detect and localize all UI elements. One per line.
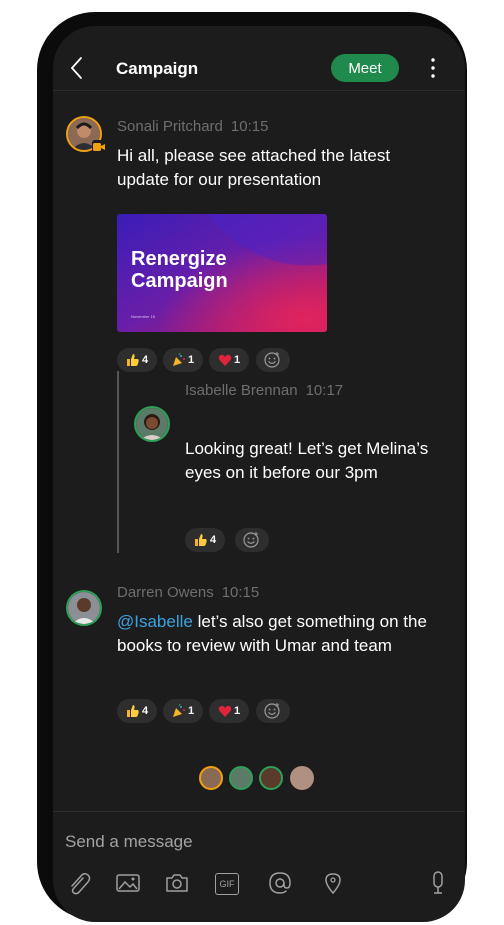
message-meta: Isabelle Brennan 10:17 bbox=[185, 382, 351, 399]
thumbs-up-icon bbox=[126, 705, 139, 717]
reaction-count: 1 bbox=[233, 354, 241, 366]
chat-screen: Campaign Meet Sonali Pritchard 10:15 Hi a… bbox=[53, 26, 465, 922]
location-icon[interactable] bbox=[320, 870, 346, 896]
message-time: 10:15 bbox=[221, 584, 260, 601]
reaction-heart[interactable]: 1 bbox=[209, 699, 249, 723]
reaction-count: 4 bbox=[209, 534, 217, 546]
reaction-count: 1 bbox=[233, 705, 241, 717]
party-popper-icon bbox=[172, 353, 185, 366]
message-time: 10:17 bbox=[305, 382, 344, 399]
reaction-count: 1 bbox=[187, 354, 195, 366]
heart-icon bbox=[218, 705, 232, 717]
slide-title: Renergize Campaign bbox=[131, 248, 228, 292]
message-meta: Darren Owens 10:15 bbox=[117, 584, 267, 601]
read-receipt-avatar bbox=[229, 766, 253, 790]
reaction-thumbs-up[interactable]: 4 bbox=[117, 348, 157, 372]
sender-name: Darren Owens bbox=[117, 584, 214, 601]
microphone-icon[interactable] bbox=[425, 870, 451, 896]
composer-divider bbox=[53, 811, 465, 812]
message-input[interactable]: Send a message bbox=[65, 832, 193, 852]
attach-icon[interactable] bbox=[66, 870, 92, 896]
header-divider bbox=[53, 90, 465, 91]
back-icon[interactable] bbox=[69, 56, 83, 80]
reaction-count: 1 bbox=[187, 705, 195, 717]
read-receipt-avatar bbox=[199, 766, 223, 790]
meet-button[interactable]: Meet bbox=[331, 54, 399, 82]
reaction-count: 4 bbox=[141, 354, 149, 366]
heart-icon bbox=[218, 354, 232, 366]
message-meta: Sonali Pritchard 10:15 bbox=[117, 118, 276, 135]
message-text: Hi all, please see attached the latest u… bbox=[117, 146, 391, 189]
image-icon[interactable] bbox=[115, 870, 141, 896]
message-text: @Isabelle let’s also get something on th… bbox=[117, 610, 447, 658]
message-text: Looking great! Let’s get Melina’s eyes o… bbox=[185, 439, 429, 482]
add-reaction-icon bbox=[264, 352, 280, 368]
gif-label: GIF bbox=[215, 873, 239, 895]
reaction-heart[interactable]: 1 bbox=[209, 348, 249, 372]
read-receipt-avatar bbox=[259, 766, 283, 790]
reaction-count: 4 bbox=[141, 705, 149, 717]
add-reaction-button[interactable] bbox=[235, 528, 269, 552]
mention-link[interactable]: @Isabelle bbox=[117, 612, 193, 631]
message-time: 10:15 bbox=[230, 118, 269, 135]
camera-icon[interactable] bbox=[164, 870, 190, 896]
thread-indicator bbox=[117, 371, 119, 553]
add-reaction-icon bbox=[264, 703, 280, 719]
slide-date: November 15 bbox=[131, 314, 156, 319]
more-options-icon[interactable] bbox=[428, 57, 438, 79]
reaction-party-popper[interactable]: 1 bbox=[163, 348, 203, 372]
sender-name: Sonali Pritchard bbox=[117, 118, 223, 135]
thumbs-up-icon bbox=[194, 534, 207, 546]
reaction-party-popper[interactable]: 1 bbox=[163, 699, 203, 723]
avatar-isabelle-brennan[interactable] bbox=[134, 406, 170, 442]
conversation-title: Campaign bbox=[116, 59, 199, 78]
add-reaction-icon bbox=[243, 532, 259, 548]
gif-button[interactable]: GIF bbox=[215, 870, 241, 896]
add-reaction-button[interactable] bbox=[256, 348, 290, 372]
reaction-thumbs-up[interactable]: 4 bbox=[185, 528, 225, 552]
add-reaction-button[interactable] bbox=[256, 699, 290, 723]
avatar-darren-owens[interactable] bbox=[66, 590, 102, 626]
sender-name: Isabelle Brennan bbox=[185, 382, 298, 399]
read-receipt-avatar bbox=[290, 766, 314, 790]
presenting-badge bbox=[92, 140, 106, 152]
attachment-preview[interactable]: Renergize Campaign November 15 bbox=[117, 214, 327, 332]
party-popper-icon bbox=[172, 704, 185, 717]
reaction-thumbs-up[interactable]: 4 bbox=[117, 699, 157, 723]
camera-icon bbox=[93, 143, 105, 151]
mention-icon[interactable] bbox=[267, 870, 293, 896]
thumbs-up-icon bbox=[126, 354, 139, 366]
